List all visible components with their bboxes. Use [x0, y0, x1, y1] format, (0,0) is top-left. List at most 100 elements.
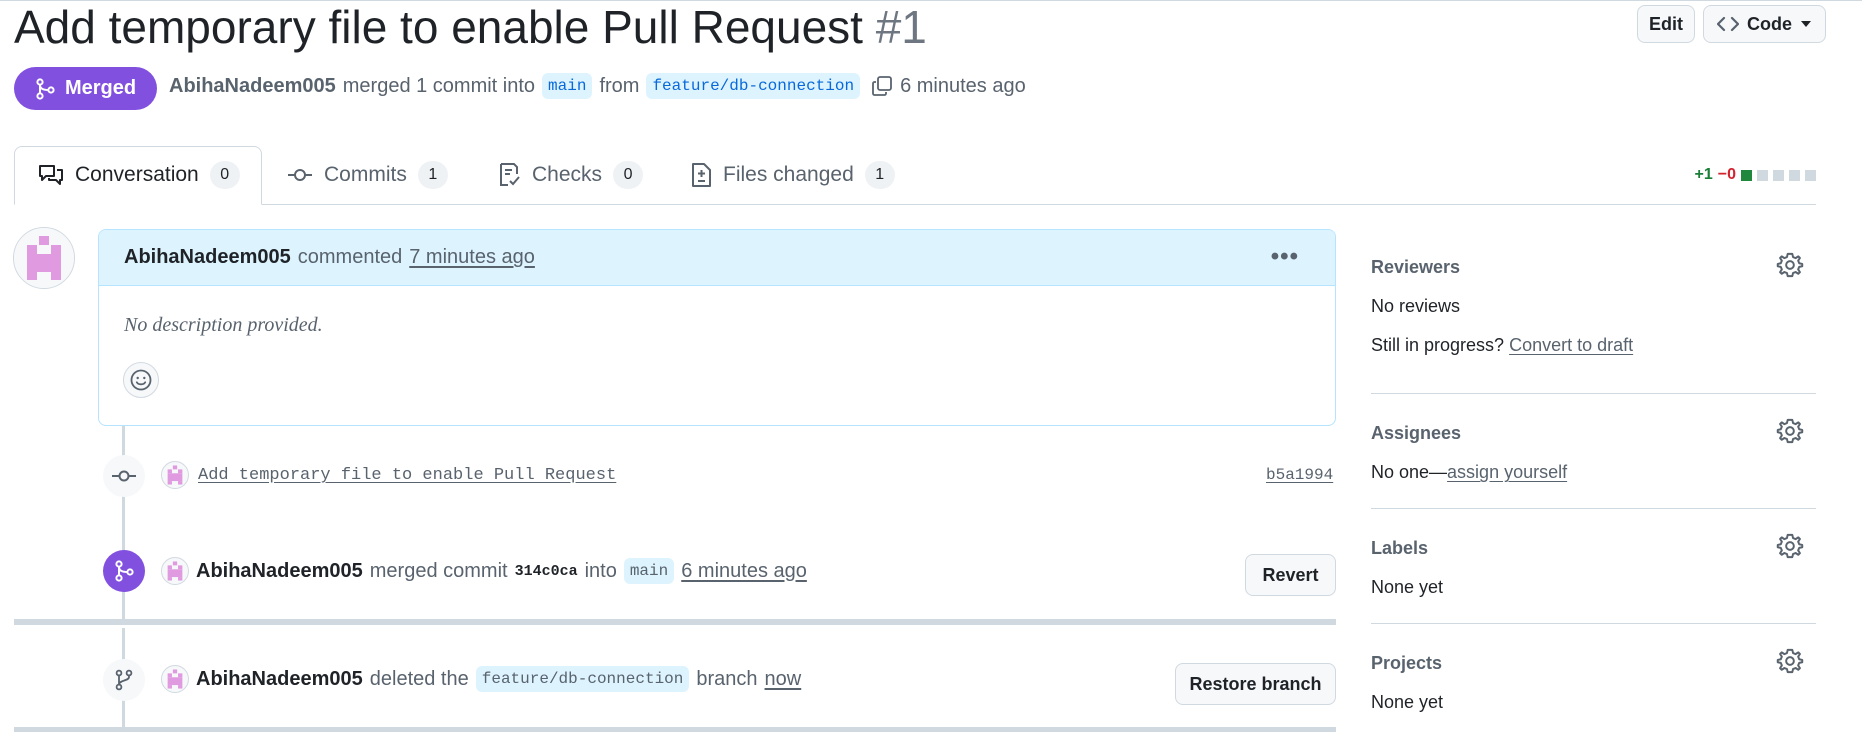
tab-conversation-count: 0 — [209, 161, 240, 189]
tab-conversation[interactable]: Conversation 0 — [38, 161, 240, 189]
sidebar-divider — [1371, 623, 1816, 624]
commit-event-badge — [103, 455, 145, 497]
commit-icon — [288, 169, 312, 181]
gear-icon[interactable] — [1776, 251, 1804, 279]
base-branch[interactable]: main — [542, 73, 593, 99]
labels-value: None yet — [1371, 577, 1444, 597]
tab-conversation-label: Conversation — [75, 163, 199, 186]
tab-commits-count: 1 — [417, 161, 448, 189]
checklist-icon — [500, 163, 520, 186]
kebab-horizontal-icon[interactable]: ••• — [1271, 243, 1299, 271]
avatar[interactable] — [161, 557, 189, 585]
merge-commit-sha-link[interactable]: 314c0ca — [515, 563, 578, 580]
convert-to-draft-link[interactable]: Convert to draft — [1509, 335, 1633, 355]
reviewers-value: No reviews — [1371, 296, 1461, 316]
state-label: Merged — [64, 77, 137, 99]
merged-timestamp-link[interactable]: 6 minutes ago — [681, 560, 807, 583]
pr-action-text: merged 1 commit into — [342, 74, 536, 97]
head-branch[interactable]: feature/db-connection — [646, 73, 861, 99]
comment-discussion-icon — [39, 165, 63, 185]
sidebar-assignees: Assignees No one—assign yourself — [1371, 418, 1816, 483]
comment-action-text: commented — [297, 246, 403, 268]
gear-icon[interactable] — [1776, 417, 1804, 445]
diffstat-block — [1805, 169, 1816, 181]
restore-branch-button-label: Restore branch — [1189, 673, 1322, 694]
comment-body: No description provided. — [124, 314, 323, 336]
branch-suffix-text: branch — [696, 667, 758, 690]
comment-header: AbihaNadeem005 commented 7 minutes ago •… — [99, 230, 1335, 286]
merged-action-text: merged commit — [369, 559, 508, 582]
code-icon — [1717, 16, 1739, 32]
labels-title[interactable]: Labels — [1371, 538, 1428, 559]
deleted-author-link[interactable]: AbihaNadeem005 — [196, 668, 363, 691]
diffstat-block — [1757, 169, 1768, 181]
merged-event-text: AbihaNadeem005 merged commit 314c0ca int… — [196, 558, 807, 584]
identicon-icon — [167, 465, 183, 485]
sidebar-projects: Projects None yet — [1371, 648, 1816, 713]
into-text: into — [584, 559, 617, 582]
gear-icon[interactable] — [1776, 647, 1804, 675]
identicon-icon — [167, 669, 183, 689]
file-diff-icon — [692, 163, 711, 187]
tabs-divider — [14, 204, 1816, 205]
projects-value: None yet — [1371, 692, 1444, 712]
diffstat-block — [1741, 169, 1752, 181]
avatar[interactable] — [161, 461, 189, 489]
revert-button[interactable]: Revert — [1245, 554, 1336, 596]
merged-branch[interactable]: main — [623, 558, 675, 584]
commit-message-link[interactable]: Add temporary file to enable Pull Reques… — [198, 466, 616, 485]
comment-author-link[interactable]: AbihaNadeem005 — [124, 246, 291, 269]
restore-branch-button[interactable]: Restore branch — [1175, 663, 1336, 705]
git-branch-icon — [115, 669, 133, 691]
tab-commits-label: Commits — [324, 163, 407, 186]
add-reaction-button[interactable] — [123, 362, 159, 398]
gear-icon[interactable] — [1776, 532, 1804, 560]
assignees-none-text: No one— — [1371, 462, 1448, 482]
git-merge-icon — [36, 77, 55, 100]
tab-checks[interactable]: Checks 0 — [497, 161, 644, 189]
pr-author-link[interactable]: AbihaNadeem005 — [169, 75, 336, 98]
deleted-branch: feature/db-connection — [475, 666, 690, 692]
projects-title[interactable]: Projects — [1371, 653, 1442, 674]
assignees-title[interactable]: Assignees — [1371, 423, 1461, 444]
progress-text: Still in progress? — [1371, 335, 1505, 355]
git-merge-icon — [115, 560, 134, 582]
edit-button-label: Edit — [1649, 13, 1683, 34]
tab-files-changed-count: 1 — [864, 161, 895, 189]
diffstat-block — [1773, 169, 1784, 181]
page-title: Add temporary file to enable Pull Reques… — [14, 0, 927, 54]
commit-sha-link[interactable]: b5a1994 — [1266, 466, 1333, 484]
timeline-separator — [14, 727, 1336, 732]
diffstat-block — [1789, 169, 1800, 181]
sidebar-divider — [1371, 393, 1816, 394]
deleted-event-text: AbihaNadeem005 deleted the feature/db-co… — [196, 666, 801, 692]
deleted-action-text: deleted the — [369, 667, 469, 690]
assign-yourself-link[interactable]: assign yourself — [1447, 462, 1567, 482]
branch-deleted-badge — [103, 659, 145, 701]
tab-commits[interactable]: Commits 1 — [287, 161, 448, 189]
sidebar-labels: Labels None yet — [1371, 533, 1816, 598]
avatar[interactable] — [13, 227, 75, 289]
avatar[interactable] — [161, 665, 189, 693]
identicon-icon — [14, 228, 74, 288]
edit-button[interactable]: Edit — [1637, 5, 1695, 43]
diffstat[interactable]: +1 −0 — [1695, 166, 1816, 184]
comment-timestamp-link[interactable]: 7 minutes ago — [409, 246, 535, 269]
pr-meta: AbihaNadeem005 merged 1 commit into main… — [169, 73, 1026, 99]
reviewers-title[interactable]: Reviewers — [1371, 257, 1460, 278]
deleted-timestamp-link[interactable]: now — [765, 668, 802, 691]
pr-number: #1 — [875, 1, 927, 53]
pr-title: Add temporary file to enable Pull Reques… — [14, 1, 863, 53]
tab-checks-label: Checks — [532, 163, 603, 186]
tab-files-changed-label: Files changed — [723, 163, 854, 186]
draft-prompt: Still in progress? Convert to draft — [1371, 335, 1633, 356]
merged-author-link[interactable]: AbihaNadeem005 — [196, 560, 363, 583]
code-button[interactable]: Code — [1703, 5, 1826, 43]
revert-button-label: Revert — [1262, 564, 1319, 585]
sidebar-divider — [1371, 508, 1816, 509]
merged-state-badge: Merged — [14, 67, 157, 110]
commit-icon — [112, 470, 136, 482]
copy-icon[interactable] — [871, 75, 893, 97]
tab-files-changed[interactable]: Files changed 1 — [690, 161, 895, 189]
timeline-separator — [14, 619, 1336, 625]
